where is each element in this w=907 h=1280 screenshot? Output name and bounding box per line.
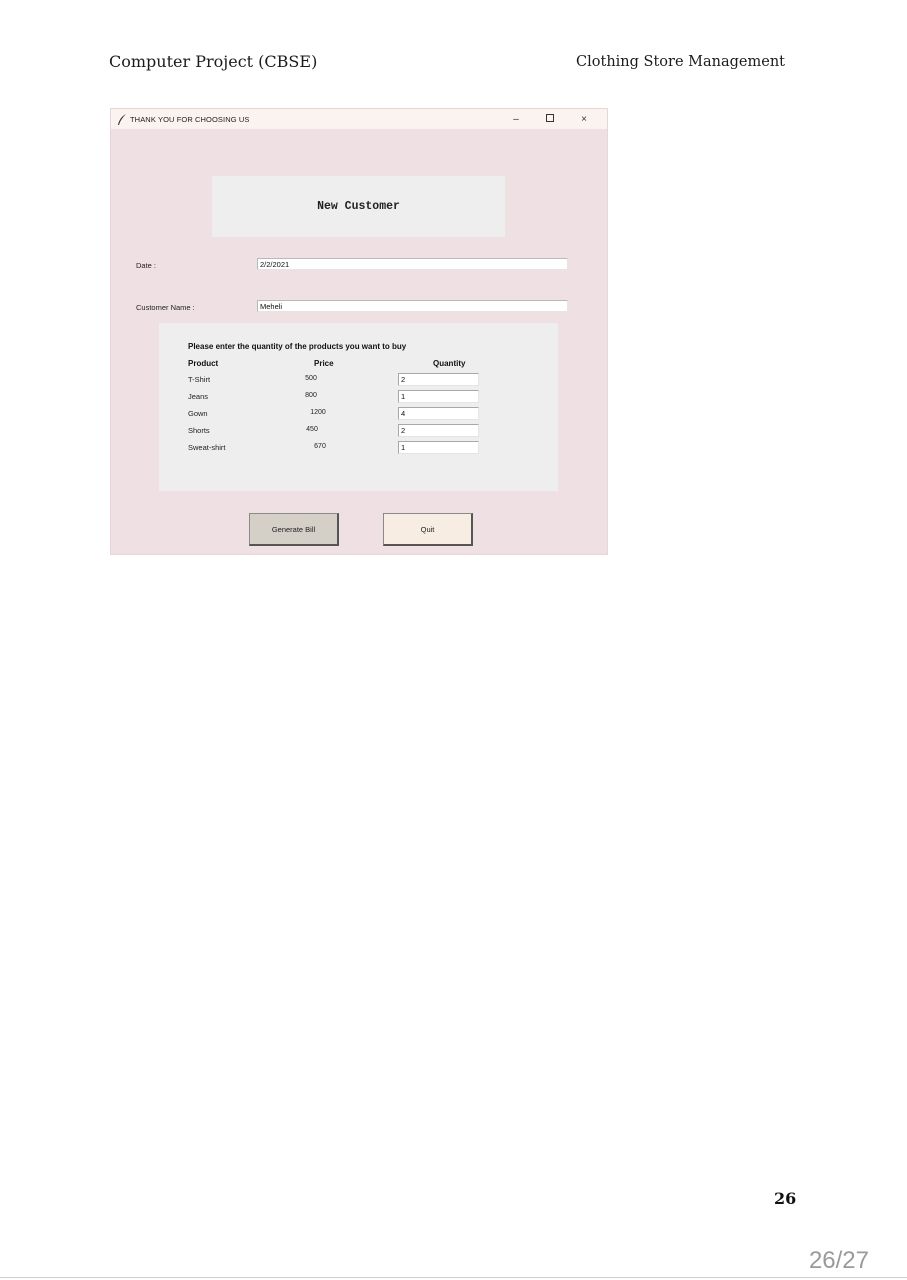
products-frame: Please enter the quantity of the product…: [159, 323, 558, 491]
product-price: 500: [305, 375, 317, 382]
quantity-field-sweatshirt[interactable]: 1: [398, 441, 479, 454]
product-name: Gown: [188, 409, 208, 418]
column-header-quantity: Quantity: [433, 359, 466, 368]
product-name: Shorts: [188, 426, 210, 435]
product-row-shorts: Shorts 450 2: [159, 424, 558, 441]
viewer-divider: [0, 1277, 907, 1278]
maximize-icon: [546, 113, 554, 122]
product-price: 1200: [310, 409, 326, 416]
close-button[interactable]: ×: [567, 114, 601, 125]
quantity-field-shorts[interactable]: 2: [398, 424, 479, 437]
title-banner: New Customer: [212, 176, 505, 237]
product-price: 670: [314, 443, 326, 450]
maximize-button[interactable]: [533, 113, 567, 125]
customer-name-label: Customer Name :: [136, 303, 195, 312]
quit-button[interactable]: Quit: [383, 513, 473, 546]
customer-name-field[interactable]: Meheli: [257, 300, 568, 312]
product-name: T-Shirt: [188, 375, 211, 384]
minimize-button[interactable]: –: [499, 114, 533, 125]
product-row-tshirt: T-Shirt 500 2: [159, 373, 558, 390]
document-header-left: Computer Project (CBSE): [109, 52, 318, 71]
page-number: 26: [774, 1189, 797, 1208]
app-window: THANK YOU FOR CHOOSING US – × New Custom…: [111, 109, 607, 554]
quantity-field-jeans[interactable]: 1: [398, 390, 479, 403]
viewer-page-counter: 26/27: [808, 1247, 869, 1274]
date-label: Date :: [136, 261, 157, 270]
product-price: 800: [305, 392, 317, 399]
feather-icon: [117, 113, 127, 125]
product-row-jeans: Jeans 800 1: [159, 390, 558, 407]
product-row-gown: Gown 1200 4: [159, 407, 558, 424]
product-name: Sweat-shirt: [188, 443, 226, 452]
products-heading: Please enter the quantity of the product…: [188, 342, 407, 351]
banner-title: New Customer: [317, 200, 400, 213]
generate-bill-button[interactable]: Generate Bill: [249, 513, 339, 546]
product-name: Jeans: [188, 392, 209, 401]
column-header-price: Price: [314, 359, 334, 368]
window-titlebar[interactable]: THANK YOU FOR CHOOSING US – ×: [111, 109, 607, 129]
column-header-product: Product: [188, 359, 219, 368]
quantity-field-tshirt[interactable]: 2: [398, 373, 479, 386]
window-controls: – ×: [499, 109, 601, 129]
quantity-field-gown[interactable]: 4: [398, 407, 479, 420]
date-field[interactable]: 2/2/2021: [257, 258, 568, 270]
document-header-right: Clothing Store Management: [576, 54, 785, 70]
product-price: 450: [306, 426, 318, 433]
window-title: THANK YOU FOR CHOOSING US: [130, 114, 250, 124]
product-row-sweatshirt: Sweat-shirt 670 1: [159, 441, 558, 458]
